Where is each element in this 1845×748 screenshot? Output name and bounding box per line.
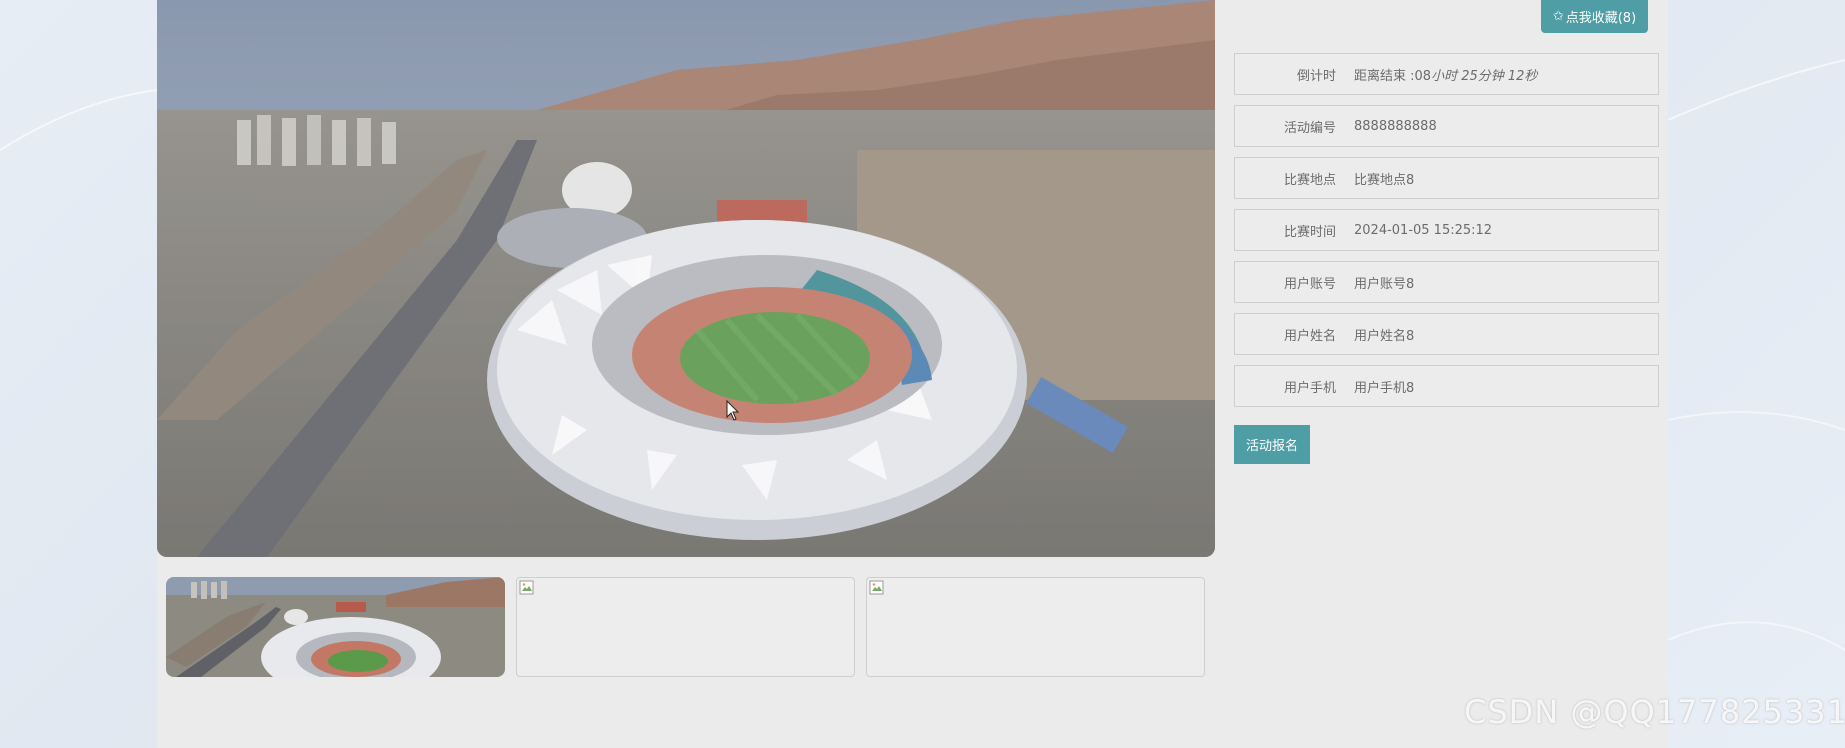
info-label: 倒计时 — [1296, 68, 1336, 84]
mouse-cursor-icon — [726, 400, 740, 421]
info-value: 用户姓名8 — [1354, 328, 1415, 344]
main-activity-image — [157, 0, 1215, 557]
info-value: 用户手机8 — [1354, 380, 1415, 396]
thumbnail-2[interactable] — [516, 577, 855, 677]
thumbnail-1[interactable] — [166, 577, 505, 677]
countdown-prefix: 距离结束 :08 — [1354, 68, 1432, 84]
thumbnail-strip — [166, 577, 1206, 677]
watermark-text: CSDN @QQ177825331 — [1464, 693, 1845, 731]
info-row-countdown: 倒计时 距离结束 :08小时 25分钟 12秒 — [1234, 53, 1659, 95]
broken-image-icon — [869, 580, 884, 595]
favorite-button-label: 点我收藏(8) — [1565, 11, 1637, 26]
info-row-activity-id: 活动编号 8888888888 — [1234, 105, 1659, 147]
info-row-user-name: 用户姓名 用户姓名8 — [1234, 313, 1659, 355]
info-label: 比赛地点 — [1283, 172, 1336, 188]
info-row-user-account: 用户账号 用户账号8 — [1234, 261, 1659, 303]
info-label: 用户姓名 — [1283, 328, 1336, 344]
info-value: 8888888888 — [1354, 118, 1437, 134]
info-label: 活动编号 — [1283, 120, 1336, 136]
countdown-rest: 小时 25分钟 12秒 — [1431, 68, 1538, 84]
star-outline-icon: ✩ — [1552, 9, 1564, 24]
info-label: 比赛时间 — [1283, 224, 1336, 240]
info-label: 用户手机 — [1283, 380, 1336, 396]
broken-image-icon — [519, 580, 534, 595]
info-label: 用户账号 — [1283, 276, 1336, 292]
favorite-button[interactable]: ✩ 点我收藏(8) — [1541, 0, 1648, 33]
info-value: 比赛地点8 — [1354, 172, 1415, 188]
countdown-value: 距离结束 :08小时 25分钟 12秒 — [1354, 65, 1537, 84]
info-value: 用户账号8 — [1354, 276, 1415, 292]
thumbnail-3[interactable] — [866, 577, 1205, 677]
info-value: 2024-01-05 15:25:12 — [1354, 222, 1493, 238]
info-row-user-phone: 用户手机 用户手机8 — [1234, 365, 1659, 407]
info-row-venue: 比赛地点 比赛地点8 — [1234, 157, 1659, 199]
info-row-match-time: 比赛时间 2024-01-05 15:25:12 — [1234, 209, 1659, 251]
activity-signup-button[interactable]: 活动报名 — [1234, 425, 1310, 464]
